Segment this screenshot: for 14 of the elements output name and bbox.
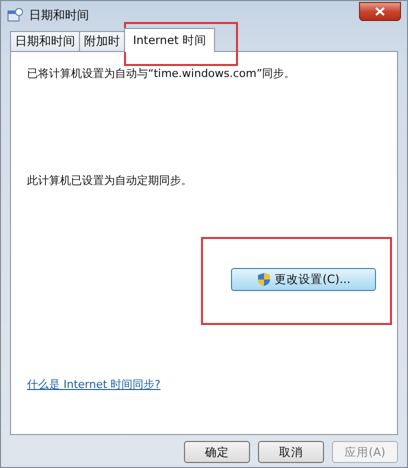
window-title: 日期和时间 [29,6,89,24]
calendar-clock-icon [7,7,23,23]
tab[interactable]: Internet 时间 [124,28,216,52]
tab[interactable]: 附加时 [79,31,125,51]
shield-icon [256,272,270,287]
status-text: 已将计算机设置为自动与“time.windows.com”同步。 [27,66,296,81]
schedule-text: 此计算机已设置为自动定期同步。 [27,173,193,188]
close-button[interactable] [359,2,401,20]
dialog-button[interactable]: 确定 [184,441,250,463]
close-icon [375,6,385,16]
tab[interactable]: 日期和时间 [10,31,80,51]
change-settings-button[interactable]: 更改设置(C)... [231,268,376,291]
help-link[interactable]: 什么是 Internet 时间同步? [27,377,161,392]
dialog-button[interactable]: 取消 [258,441,324,463]
